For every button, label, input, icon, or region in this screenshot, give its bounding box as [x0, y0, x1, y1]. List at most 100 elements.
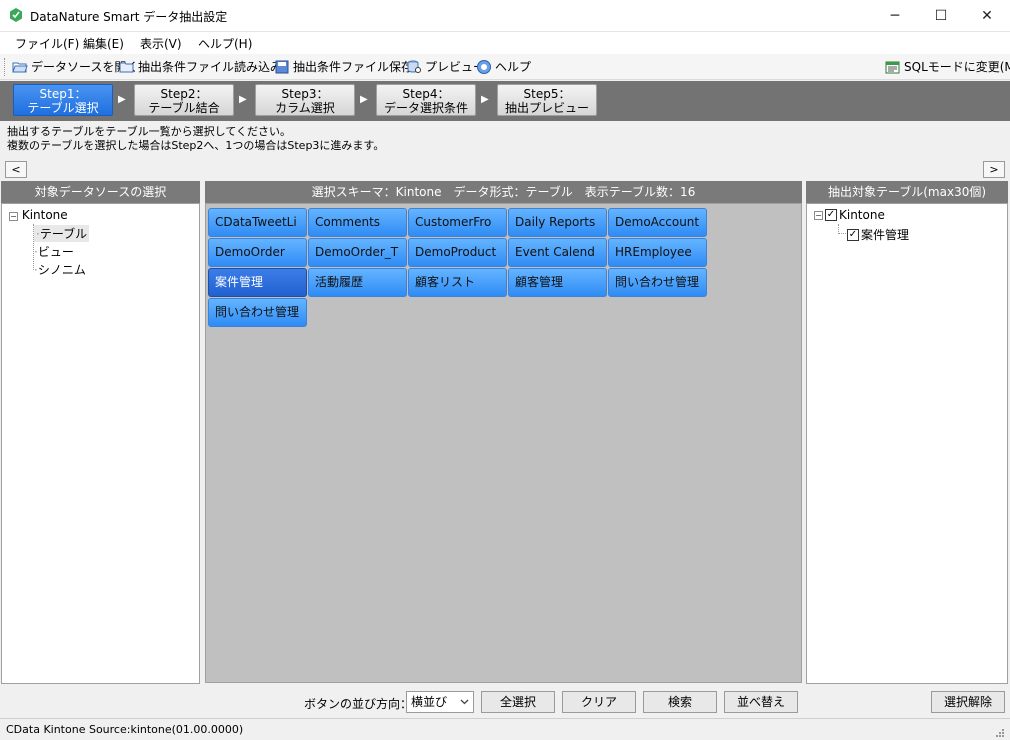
left-panel-header: 対象データソースの選択 [1, 181, 200, 203]
table-button-toiawase-kanri-2[interactable]: 問い合わせ管理 [208, 298, 307, 327]
table-button-toiawase-kanri[interactable]: 問い合わせ管理 [608, 268, 707, 297]
tree-connector [838, 224, 846, 234]
collapse-icon[interactable]: − [9, 212, 18, 221]
tree-node-view[interactable]: ·ビュー [34, 243, 74, 260]
maximize-button[interactable]: ☐ [918, 0, 964, 31]
sql-mode-label: SQLモードに変更(M) [904, 60, 1010, 74]
step-4-number: Step4： [402, 87, 450, 101]
table-button-daily-reports[interactable]: Daily Reports [508, 208, 607, 237]
table-button-kokyaku-list[interactable]: 顧客リスト [408, 268, 507, 297]
sql-icon [885, 61, 900, 73]
search-button[interactable]: 検索 [643, 691, 717, 713]
table-button-katsudo-rireki[interactable]: 活動履歴 [308, 268, 407, 297]
title-bar: DataNature Smart データ抽出設定 ─ ☐ ✕ [0, 0, 1010, 32]
select-all-button[interactable]: 全選択 [481, 691, 555, 713]
table-button-cdatatweetli[interactable]: CDataTweetLi [208, 208, 307, 237]
checkbox-checked-icon[interactable]: ✓ [847, 228, 859, 241]
toolbar-grip [4, 58, 6, 76]
step-arrow-icon: ▶ [239, 94, 247, 105]
step-1-number: Step1： [39, 87, 87, 101]
table-button-anken-kanri[interactable]: 案件管理 [208, 268, 307, 297]
table-button-comments[interactable]: Comments [308, 208, 407, 237]
load-condition-button[interactable]: 抽出条件ファイル読み込み [119, 58, 282, 75]
menu-bar: ファイル(F) 編集(E) 表示(V) ヘルプ(H) [0, 32, 1010, 54]
step-2-label: テーブル結合 [148, 101, 220, 115]
status-text: CData Kintone Source:kintone(01.00.0000) [6, 723, 244, 736]
center-panel-header: 選択スキーマ：Kintone データ形式：テーブル 表示テーブル数：16 [205, 181, 802, 203]
step-1-label: テーブル選択 [27, 101, 99, 115]
step-5-number: Step5： [523, 87, 571, 101]
chevron-down-icon [460, 699, 469, 705]
tree-node-label: Kintone [839, 208, 885, 222]
table-button-kokyaku-kanri[interactable]: 顧客管理 [508, 268, 607, 297]
folder-icon [119, 62, 134, 72]
menu-edit[interactable]: 編集(E) [83, 35, 124, 52]
step-2[interactable]: Step2： テーブル結合 [134, 84, 234, 116]
steps-bar: Step1： テーブル選択 ▶ Step2： テーブル結合 ▶ Step3： カ… [0, 81, 1010, 121]
instruction-line-2: 複数のテーブルを選択した場合はStep2へ、1つの場合はStep3に進みます。 [7, 139, 385, 152]
tree-node-label: ビュー [37, 245, 74, 259]
tree-node-label: Kintone [21, 208, 68, 222]
step-3[interactable]: Step3： カラム選択 [255, 84, 355, 116]
menu-file[interactable]: ファイル(F) [15, 35, 79, 52]
step-2-number: Step2： [160, 87, 208, 101]
app-icon [10, 8, 22, 22]
instructions-area: 抽出するテーブルをテーブル一覧から選択してください。 複数のテーブルを選択した場… [0, 121, 1010, 181]
table-button-demoproduct[interactable]: DemoProduct [408, 238, 507, 267]
prev-button[interactable]: < [5, 161, 27, 178]
target-node-kintone[interactable]: − ✓ Kintone [814, 208, 885, 222]
table-button-area: CDataTweetLi Comments CustomerFro Daily … [205, 203, 802, 683]
save-condition-label: 抽出条件ファイル保存 [293, 60, 414, 74]
table-button-event-calend[interactable]: Event Calend [508, 238, 607, 267]
help-button[interactable]: ヘルプ [476, 58, 531, 75]
checkbox-checked-icon[interactable]: ✓ [825, 209, 837, 221]
save-condition-button[interactable]: 抽出条件ファイル保存 [274, 58, 413, 75]
right-panel-header: 抽出対象テーブル(max30個) [806, 181, 1008, 203]
deselect-button[interactable]: 選択解除 [931, 691, 1005, 713]
menu-help[interactable]: ヘルプ(H) [198, 35, 252, 52]
step-4-label: データ選択条件 [383, 101, 468, 115]
step-5-label: 抽出プレビュー [504, 101, 589, 115]
tree-node-synonym[interactable]: ·シノニム [34, 261, 86, 278]
close-button[interactable]: ✕ [964, 0, 1010, 31]
table-button-demoorder-t[interactable]: DemoOrder_T [308, 238, 407, 267]
table-button-demoaccount[interactable]: DemoAccount [608, 208, 707, 237]
preview-button[interactable]: プレビュー [406, 58, 485, 75]
step-3-label: カラム選択 [275, 101, 335, 115]
step-arrow-icon: ▶ [481, 94, 489, 105]
resize-grip-icon[interactable] [994, 727, 1005, 738]
window-title: DataNature Smart データ抽出設定 [30, 10, 228, 24]
step-5[interactable]: Step5： 抽出プレビュー [497, 84, 597, 116]
save-icon [275, 60, 289, 73]
sql-mode-button[interactable]: SQLモードに変更(M) [885, 58, 1010, 75]
minimize-button[interactable]: ─ [872, 0, 918, 31]
tree-node-kintone[interactable]: − Kintone [9, 208, 68, 222]
step-1[interactable]: Step1： テーブル選択 [13, 84, 113, 116]
status-bar: CData Kintone Source:kintone(01.00.0000) [0, 718, 1010, 740]
collapse-icon[interactable]: − [814, 210, 823, 220]
table-button-customerfro[interactable]: CustomerFro [408, 208, 507, 237]
step-3-number: Step3： [281, 87, 329, 101]
help-icon [477, 59, 491, 74]
orientation-select[interactable]: 横並び [406, 691, 474, 713]
tree-node-label: シノニム [37, 263, 86, 277]
toolbar: データソースを開く 抽出条件ファイル読み込み 抽出条件ファイル保存 プレビュー … [0, 54, 1010, 80]
step-4[interactable]: Step4： データ選択条件 [376, 84, 476, 116]
preview-icon [407, 60, 421, 73]
sort-button[interactable]: 並べ替え [724, 691, 798, 713]
tree-node-label: 案件管理 [861, 228, 910, 242]
target-node-anken-kanri[interactable]: ✓ 案件管理 [847, 226, 909, 243]
clear-button[interactable]: クリア [562, 691, 636, 713]
datasource-tree: − Kintone ·テーブル ·ビュー ·シノニム [1, 203, 200, 684]
tree-node-table[interactable]: ·テーブル [34, 225, 90, 242]
next-button[interactable]: > [983, 161, 1005, 178]
table-button-demoorder[interactable]: DemoOrder [208, 238, 307, 267]
open-folder-icon [12, 62, 28, 72]
table-button-hremployee[interactable]: HREmployee [608, 238, 707, 267]
help-label: ヘルプ [495, 60, 532, 74]
step-arrow-icon: ▶ [118, 94, 126, 105]
step-arrow-icon: ▶ [360, 94, 368, 105]
target-table-tree: − ✓ Kintone ✓ 案件管理 [806, 203, 1008, 684]
orientation-value: 横並び [411, 695, 448, 709]
menu-view[interactable]: 表示(V) [140, 35, 182, 52]
